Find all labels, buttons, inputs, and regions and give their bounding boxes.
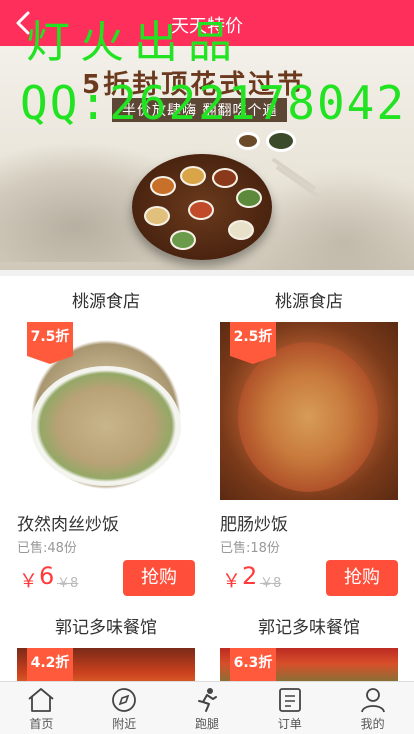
product-image[interactable]: 2.5折 [220, 322, 398, 500]
sale-price: 6 [39, 562, 55, 590]
discount-badge: 7.5折 [27, 322, 73, 364]
dish-image [212, 168, 238, 188]
sold-count: 已售:48份 [17, 541, 77, 556]
dish-image [180, 166, 206, 186]
tab-label: 首页 [29, 717, 54, 731]
tab-orders[interactable]: 订单 [248, 682, 331, 734]
user-icon [360, 688, 385, 713]
discount-badge: 4.2折 [27, 648, 73, 688]
shop-name: 桃源食店 [72, 292, 140, 312]
watermark-text: 灯火出品 [26, 17, 242, 68]
dish-image [228, 220, 254, 240]
product-card[interactable]: 桃源食店 2.5折 肥肠炒饭 已售:18份 ￥ 2 ￥8 抢购 [220, 282, 398, 602]
tab-label: 跑腿 [194, 717, 219, 731]
section-divider [0, 270, 414, 276]
dish-image [170, 230, 196, 250]
food-plate-image [31, 366, 181, 486]
shop-name: 郭记多味餐馆 [55, 618, 157, 638]
product-name[interactable]: 肥肠炒饭 [220, 510, 398, 535]
tab-errand[interactable]: 跑腿 [166, 682, 249, 734]
compass-icon [112, 688, 137, 712]
discount-badge: 6.3折 [230, 648, 276, 688]
discount-badge: 2.5折 [230, 322, 276, 364]
tab-home[interactable]: 首页 [0, 682, 83, 734]
dish-image [188, 200, 214, 220]
order-icon [278, 688, 301, 712]
product-image[interactable]: 7.5折 [17, 322, 195, 500]
original-price: ￥8 [57, 576, 79, 591]
home-icon [28, 688, 54, 712]
currency-symbol: ￥ [222, 570, 242, 592]
tea-cup-image [236, 132, 260, 150]
tab-label: 附近 [112, 717, 137, 731]
bottom-tab-bar: 首页 附近 跑腿 订单 我的 [0, 681, 414, 734]
price-row: ￥ 2 ￥8 抢购 [220, 558, 398, 602]
product-name[interactable]: 孜然肉丝炒饭 [17, 510, 195, 535]
price-row: ￥ 6 ￥8 抢购 [17, 558, 195, 602]
watermark-qq-text: QQ:2622178042 [20, 76, 407, 130]
product-card[interactable]: 郭记多味餐馆 4.2折 [17, 608, 195, 688]
dish-image [150, 176, 176, 196]
product-card[interactable]: 郭记多味餐馆 6.3折 [220, 608, 398, 688]
runner-icon [197, 688, 217, 712]
sold-count: 已售:18份 [220, 541, 280, 556]
tab-label: 订单 [277, 717, 302, 731]
product-card[interactable]: 桃源食店 7.5折 孜然肉丝炒饭 已售:48份 ￥ 6 ￥8 抢购 [17, 282, 195, 602]
buy-button[interactable]: 抢购 [326, 560, 398, 596]
banner-food-tray [132, 154, 272, 260]
original-price: ￥8 [260, 576, 282, 591]
buy-button[interactable]: 抢购 [123, 560, 195, 596]
sale-price: 2 [242, 562, 258, 590]
tab-profile[interactable]: 我的 [331, 682, 414, 734]
shop-name: 郭记多味餐馆 [258, 618, 360, 638]
shop-name: 桃源食店 [275, 292, 343, 312]
tab-label: 我的 [360, 717, 385, 731]
dish-image [144, 206, 170, 226]
currency-symbol: ￥ [19, 570, 39, 592]
dish-image [236, 188, 262, 208]
food-plate-image [238, 342, 378, 492]
tab-nearby[interactable]: 附近 [83, 682, 166, 734]
tea-cup-image [266, 130, 296, 152]
